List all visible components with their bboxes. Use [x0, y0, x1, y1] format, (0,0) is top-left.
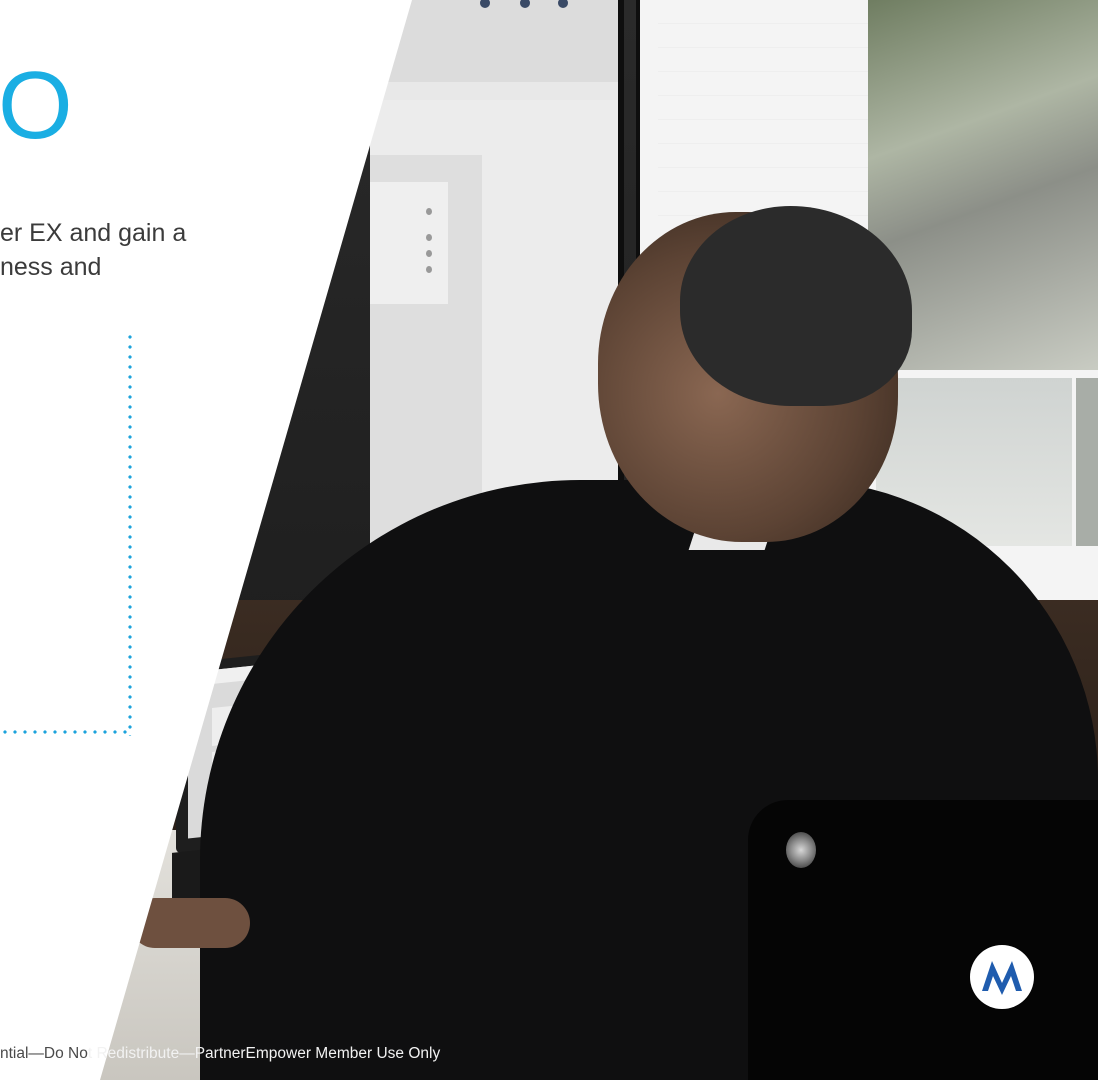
intro-line-2: ness and: [0, 253, 102, 281]
batwing-icon: [982, 961, 1022, 995]
footer-text-dark: t Redistribute—PartnerEmpower Member Use…: [87, 1045, 441, 1062]
confidentiality-footer: ntial—Do Not Redistribute—PartnerEmpower…: [0, 1045, 440, 1063]
intro-line-1: er EX and gain a: [0, 219, 187, 247]
intro-paragraph: er EX and gain a ness and: [0, 216, 186, 284]
dotted-connector-horizontal: [0, 730, 132, 734]
text-panel: O er EX and gain a ness and ntial—Do Not…: [0, 0, 1098, 1080]
footer-text-light: ntial—Do No: [0, 1045, 88, 1062]
dotted-connector-vertical: [128, 332, 132, 736]
motorola-logo-icon: [970, 945, 1034, 1009]
page-title: O: [0, 52, 73, 159]
